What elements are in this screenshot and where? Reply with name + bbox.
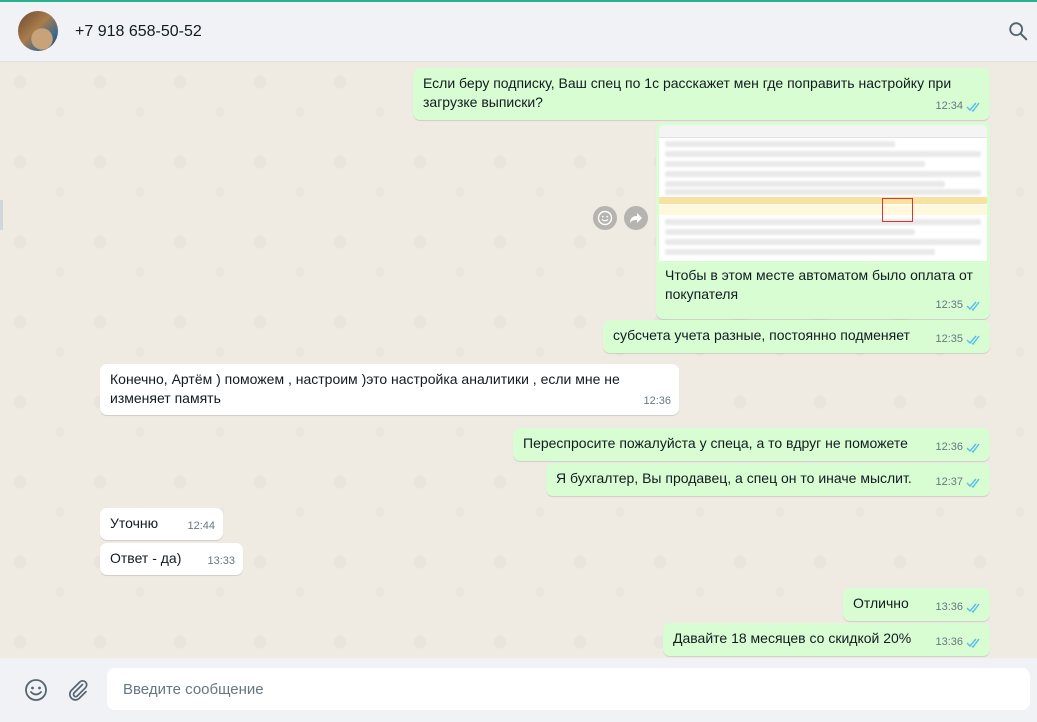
reaction-emoji-button[interactable] bbox=[593, 206, 617, 230]
message-meta: 12:35 bbox=[935, 296, 982, 315]
forward-button[interactable] bbox=[624, 206, 648, 230]
highlight-box bbox=[882, 198, 913, 222]
double-check-icon bbox=[966, 335, 980, 345]
message-text: Конечно, Артём ) поможем , настроим )это… bbox=[110, 371, 620, 406]
composer-bar bbox=[0, 658, 1037, 722]
screenshot-image[interactable] bbox=[659, 125, 987, 261]
message-time: 13:33 bbox=[207, 555, 235, 567]
message-time: 12:35 bbox=[935, 333, 963, 345]
double-check-icon bbox=[966, 638, 980, 648]
message-outgoing[interactable]: Давайте 18 месяцев со скидкой 20% 13:36 bbox=[663, 623, 990, 656]
forward-icon bbox=[630, 213, 642, 223]
message-time: 12:44 bbox=[187, 520, 215, 532]
message-meta: 12:36 bbox=[643, 392, 671, 411]
double-check-icon bbox=[966, 478, 980, 488]
message-text: субсчета учета разные, постоянно подменя… bbox=[613, 327, 910, 343]
message-outgoing[interactable]: Я бухгалтер, Вы продавец, а спец он то и… bbox=[546, 463, 990, 496]
message-meta: 13:36 bbox=[935, 633, 982, 652]
message-time: 12:35 bbox=[935, 299, 963, 311]
message-outgoing[interactable]: субсчета учета разные, постоянно подменя… bbox=[603, 320, 990, 353]
double-check-icon bbox=[966, 301, 980, 311]
message-time: 13:36 bbox=[935, 636, 963, 648]
smiley-icon bbox=[597, 210, 613, 226]
message-incoming[interactable]: Уточню 12:44 bbox=[100, 508, 223, 540]
scroll-edge-indicator bbox=[0, 200, 3, 230]
message-meta: 12:34 bbox=[935, 97, 982, 116]
message-time: 12:34 bbox=[935, 100, 963, 112]
message-outgoing[interactable]: Если беру подписку, Ваш спец по 1с расск… bbox=[413, 68, 990, 120]
message-time: 12:37 bbox=[935, 476, 963, 488]
message-input[interactable] bbox=[107, 668, 1030, 710]
contact-name[interactable]: +7 918 658-50-52 bbox=[75, 23, 202, 41]
message-meta: 12:35 bbox=[935, 330, 982, 349]
double-check-icon bbox=[966, 102, 980, 112]
message-incoming[interactable]: Ответ - да) 13:33 bbox=[100, 543, 243, 575]
message-outgoing[interactable]: Переспросите пожалуйста у спеца, а то вд… bbox=[513, 428, 990, 461]
avatar[interactable] bbox=[18, 11, 58, 51]
message-text: Переспросите пожалуйста у спеца, а то вд… bbox=[523, 435, 908, 451]
message-text: Я бухгалтер, Вы продавец, а спец он то и… bbox=[556, 470, 912, 486]
message-outgoing-image[interactable]: Чтобы в этом месте автоматом было оплата… bbox=[656, 122, 990, 319]
message-incoming[interactable]: Конечно, Артём ) поможем , настроим )это… bbox=[100, 364, 679, 415]
chat-header: +7 918 658-50-52 bbox=[0, 2, 1037, 62]
paperclip-icon[interactable] bbox=[66, 678, 90, 702]
message-meta: 12:44 bbox=[187, 517, 215, 536]
message-time: 12:36 bbox=[935, 441, 963, 453]
message-list[interactable]: Если беру подписку, Ваш спец по 1с расск… bbox=[0, 62, 1037, 658]
message-time: 12:36 bbox=[643, 395, 671, 407]
message-meta: 13:33 bbox=[207, 552, 235, 571]
search-icon[interactable] bbox=[1007, 20, 1029, 42]
message-text: Если беру подписку, Ваш спец по 1с расск… bbox=[423, 75, 952, 110]
message-outgoing[interactable]: Отлично 13:36 bbox=[843, 588, 990, 621]
message-time: 13:36 bbox=[935, 601, 963, 613]
emoji-icon[interactable] bbox=[24, 678, 48, 702]
double-check-icon bbox=[966, 443, 980, 453]
message-meta: 13:36 bbox=[935, 598, 982, 617]
message-meta: 12:37 bbox=[935, 473, 982, 492]
double-check-icon bbox=[966, 603, 980, 613]
message-meta: 12:36 bbox=[935, 438, 982, 457]
